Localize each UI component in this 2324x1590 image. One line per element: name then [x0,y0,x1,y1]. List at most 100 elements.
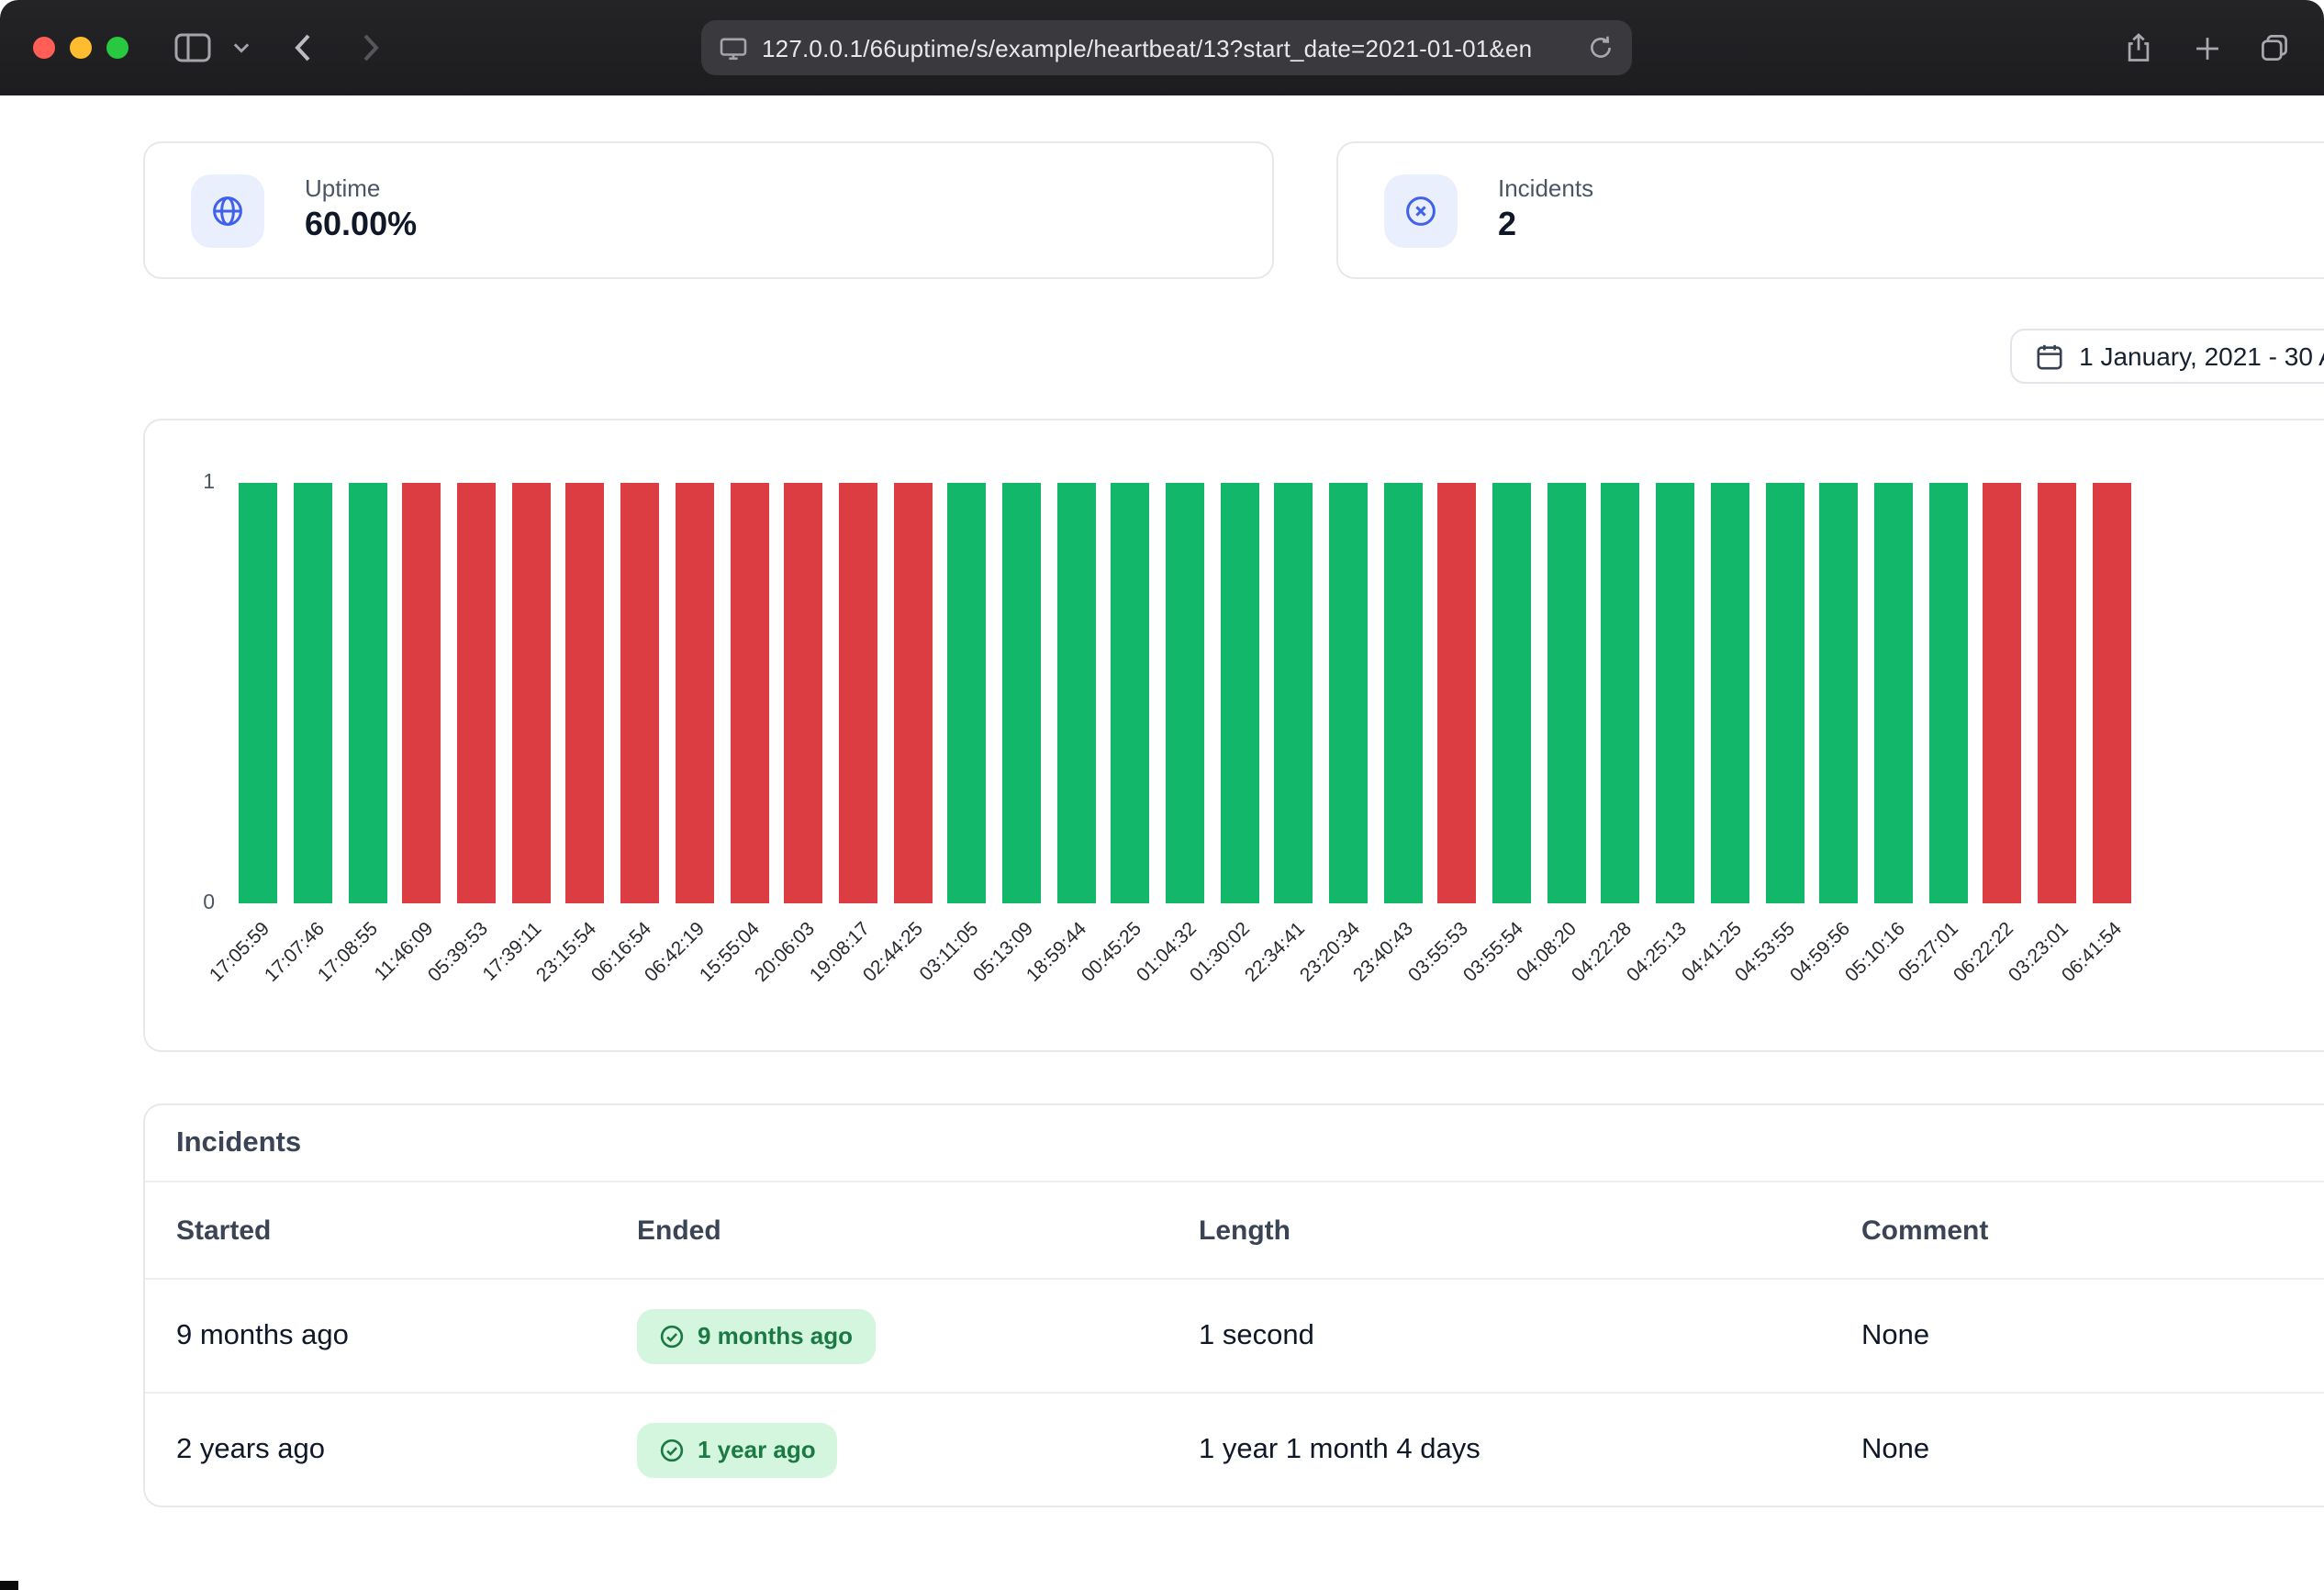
chart-bar [1928,483,1967,903]
incident-ended-text: 1 year ago [698,1436,816,1463]
window-minimize-button[interactable] [70,37,92,59]
x-circle-icon [1384,174,1458,247]
incident-ended-badge: 1 year ago [637,1422,838,1477]
chart-bar [457,483,496,903]
address-bar[interactable]: 127.0.0.1/66uptime/s/example/heartbeat/1… [701,20,1632,75]
chart-bar [566,483,605,903]
chart-x-tick-label: 11:46:09 [370,918,438,986]
page-preview-icon [720,36,747,60]
uptime-stat-card: Uptime 60.00% [143,141,1274,279]
chart-bar [1602,483,1640,903]
chart-bar [403,483,441,903]
chart-x-tick-label: 17:05:59 [206,918,274,987]
calendar-icon [2035,342,2062,370]
incidents-label: Incidents [1498,174,1593,204]
chart-bar [620,483,659,903]
date-range-button[interactable]: 1 January, 2021 - 30 April, 2025 [2009,329,2324,384]
chart-x-tick-label: 03:55:53 [1404,918,1473,987]
chart-bar [1220,483,1258,903]
chart-bar [839,483,877,903]
window-controls [33,37,128,59]
chart-x-axis-labels: 17:05:5917:07:4617:08:5511:46:0905:39:53… [231,914,2139,1047]
y-axis-tick-0: 0 [174,890,215,916]
incident-ended-text: 9 months ago [698,1322,853,1349]
chart-bar [348,483,386,903]
incident-length: 1 second [1199,1319,1861,1352]
column-header-started: Started [176,1215,637,1246]
chart-x-tick-label: 04:22:28 [1568,918,1637,987]
plus-icon [2191,32,2222,63]
back-button[interactable] [281,0,325,95]
reload-icon [1588,35,1614,61]
chart-bar [2092,483,2130,903]
chart-x-tick-label: 05:39:53 [423,918,492,987]
chart-bar [1275,483,1313,903]
chart-x-tick-label: 06:22:22 [1950,918,2018,987]
incident-started: 9 months ago [176,1319,637,1352]
incident-length: 1 year 1 month 4 days [1199,1433,1861,1466]
chevron-down-icon [232,42,249,53]
chart-bar [730,483,768,903]
chart-bar [2038,483,2076,903]
tab-overview-button[interactable] [2249,0,2300,95]
chart-bar [676,483,714,903]
chart-bar [1874,483,1913,903]
share-icon [2122,31,2155,64]
check-circle-icon [659,1437,685,1462]
chart-x-tick-label: 03:11:05 [915,918,983,986]
chart-x-tick-label: 00:45:25 [1078,918,1146,987]
column-header-comment: Comment [1861,1215,2324,1246]
chart-x-tick-label: 04:59:56 [1786,918,1855,987]
incident-ended-badge: 9 months ago [637,1308,875,1363]
chart-bar [1056,483,1095,903]
sidebar-icon [174,33,211,62]
incidents-table-title: Incidents [145,1105,2324,1182]
chart-x-tick-label: 23:15:54 [532,918,601,987]
date-row: 1 January, 2021 - 30 April, 2025 [143,329,2324,384]
incident-row: 2 years ago 1 year ago 1 year 1 month 4 … [145,1392,2324,1506]
date-range-label: 1 January, 2021 - 30 April, 2025 [2079,342,2324,371]
chart-bar [1112,483,1150,903]
chart-bar [1438,483,1477,903]
share-button[interactable] [2113,0,2164,95]
chart-bar [512,483,551,903]
heartbeat-chart-card: 1 0 17:05:5917:07:4617:08:5511:46:0905:3… [143,419,2324,1052]
chart-bar [1329,483,1368,903]
chart-bar [1711,483,1749,903]
incidents-value: 2 [1498,204,1593,247]
chart-plot-area [231,483,2139,903]
chart-bar [240,483,278,903]
page-content: Uptime 60.00% Incidents 2 [0,95,2324,1590]
chart-bar [1492,483,1531,903]
chart-x-tick-label: 22:34:41 [1241,918,1310,987]
stats-row: Uptime 60.00% Incidents 2 [143,141,2324,279]
chart-bar [294,483,332,903]
forward-button[interactable] [349,0,393,95]
browser-window: 127.0.0.1/66uptime/s/example/heartbeat/1… [0,0,2324,1590]
column-header-length: Length [1199,1215,1861,1246]
back-arrow-icon [294,33,312,62]
chart-bar [1983,483,2022,903]
chart-x-tick-label: 04:25:13 [1623,918,1692,987]
incidents-card: Incidents Started Ended Length Comment 9… [143,1103,2324,1507]
url-text: 127.0.0.1/66uptime/s/example/heartbeat/1… [762,34,1573,62]
check-circle-icon [659,1323,685,1349]
y-axis-tick-1: 1 [174,470,215,496]
chart-bar [948,483,987,903]
screen-edge-artifact [0,1581,18,1590]
new-tab-button[interactable] [2181,0,2232,95]
chart-x-tick-label: 20:06:03 [751,918,820,987]
window-close-button[interactable] [33,37,55,59]
window-zoom-button[interactable] [106,37,128,59]
reload-button[interactable] [1588,35,1614,61]
chart-bar [1656,483,1694,903]
sidebar-toggle-button[interactable] [169,0,217,95]
incident-started: 2 years ago [176,1433,637,1466]
globe-icon [191,174,264,247]
incidents-table-header: Started Ended Length Comment [145,1182,2324,1280]
incident-row: 9 months ago 9 months ago 1 second None [145,1280,2324,1392]
chart-bar [893,483,932,903]
sidebar-menu-chevron-button[interactable] [224,0,257,95]
tabs-icon [2258,31,2291,64]
incident-comment: None [1861,1433,2324,1466]
